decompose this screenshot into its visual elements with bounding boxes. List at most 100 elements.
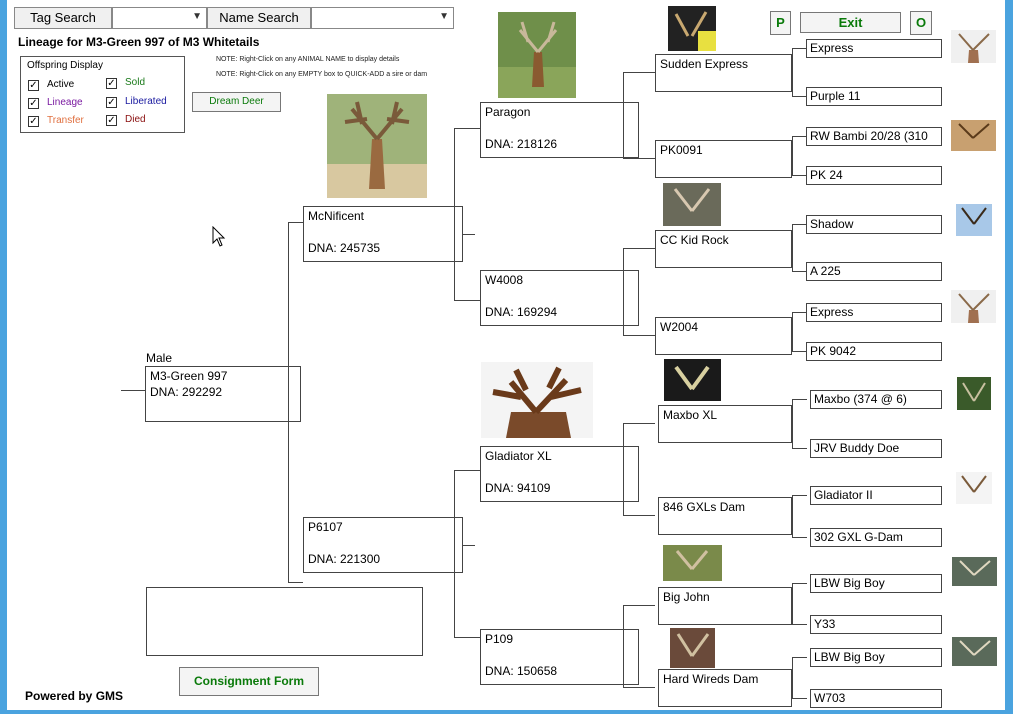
tree-connector — [288, 222, 303, 223]
animal-name[interactable]: CC Kid Rock — [660, 233, 729, 247]
animal-name[interactable]: Paragon — [485, 105, 530, 119]
tree-connector — [454, 300, 480, 301]
ancestor-box[interactable]: Shadow — [806, 215, 942, 234]
sire-dam-box[interactable]: Maxbo XL — [658, 405, 792, 443]
offspring-label: Sold — [125, 77, 146, 88]
offspring-checkbox[interactable]: ✓ — [106, 97, 117, 108]
tree-connector — [792, 624, 807, 625]
ancestor-box[interactable]: Express — [806, 39, 942, 58]
o-button[interactable]: O — [910, 11, 932, 35]
sire-dam-box[interactable]: W4008 DNA: 169294 — [480, 270, 639, 326]
animal-name[interactable]: Hard Wireds Dam — [663, 672, 758, 686]
animal-name[interactable]: 846 GXLs Dam — [663, 500, 745, 514]
animal-name[interactable]: P109 — [485, 632, 513, 646]
exit-button[interactable]: Exit — [800, 12, 901, 33]
consignment-form-button[interactable]: Consignment Form — [179, 667, 319, 696]
tree-connector — [792, 48, 793, 96]
offspring-checkbox[interactable]: ✓ — [106, 115, 117, 126]
offspring-checkbox[interactable]: ✓ — [28, 98, 39, 109]
sire-dam-box[interactable]: Hard Wireds Dam — [658, 669, 792, 707]
tree-connector — [623, 423, 624, 515]
offspring-checkbox[interactable]: ✓ — [106, 78, 117, 89]
tree-connector — [792, 657, 793, 698]
ancestor-box[interactable]: W703 — [810, 689, 942, 708]
subject-name[interactable]: M3-Green 997 — [150, 369, 227, 383]
dream-deer-button[interactable]: Dream Deer — [192, 92, 281, 112]
animal-dna: DNA: 218126 — [485, 137, 558, 151]
ancestor-box[interactable]: LBW Big Boy — [810, 648, 942, 667]
sire-dam-box[interactable]: P109 DNA: 150658 — [480, 629, 639, 685]
tree-connector — [288, 222, 289, 582]
animal-name[interactable]: Maxbo XL — [663, 408, 717, 422]
deer-photo — [663, 545, 722, 581]
tree-connector — [623, 248, 655, 249]
sire-dam-box[interactable]: P6107 DNA: 221300 — [303, 517, 463, 573]
offspring-checkbox[interactable]: ✓ — [28, 80, 39, 91]
tree-connector — [623, 515, 655, 516]
tree-connector — [792, 583, 807, 584]
deer-photo — [663, 183, 721, 226]
sire-dam-box[interactable]: McNificent DNA: 245735 — [303, 206, 463, 262]
tag-search-input[interactable]: ▼ — [112, 7, 207, 29]
sire-dam-box[interactable]: 846 GXLs Dam — [658, 497, 792, 535]
tree-connector — [623, 72, 624, 158]
animal-dna: DNA: 221300 — [308, 552, 381, 566]
sire-dam-box[interactable]: CC Kid Rock — [655, 230, 792, 268]
tree-connector — [792, 495, 793, 537]
name-search-label[interactable]: Name Search — [207, 7, 311, 29]
ancestor-box[interactable]: PK 9042 — [806, 342, 942, 361]
deer-photo — [956, 472, 992, 504]
deer-photo — [327, 94, 427, 198]
tree-connector — [792, 96, 807, 97]
ancestor-box[interactable]: PK 24 — [806, 166, 942, 185]
animal-name[interactable]: Big John — [663, 590, 710, 604]
ancestor-box[interactable]: A 225 — [806, 262, 942, 281]
sire-dam-box[interactable]: Gladiator XL DNA: 94109 — [480, 446, 639, 502]
tree-connector — [623, 605, 655, 606]
ancestor-box[interactable]: JRV Buddy Doe — [810, 439, 942, 458]
tree-connector — [792, 698, 807, 699]
animal-name[interactable]: PK0091 — [660, 143, 703, 157]
deer-photo — [668, 6, 716, 51]
ancestor-box[interactable]: LBW Big Boy — [810, 574, 942, 593]
sire-dam-box[interactable]: PK0091 — [655, 140, 792, 178]
deer-photo — [956, 204, 992, 236]
chevron-down-icon: ▼ — [192, 11, 202, 22]
deer-photo — [951, 120, 996, 151]
p-button[interactable]: P — [770, 11, 791, 35]
name-search-input[interactable]: ▼ — [311, 7, 454, 29]
notes-box[interactable] — [146, 587, 423, 656]
mouse-cursor-icon — [212, 226, 226, 247]
offspring-label: Lineage — [47, 97, 83, 108]
subject-box[interactable]: M3-Green 997 DNA: 292292 — [145, 366, 301, 422]
tree-connector — [454, 470, 480, 471]
tree-connector — [792, 224, 807, 225]
sire-dam-box[interactable]: W2004 — [655, 317, 792, 355]
tag-search-label[interactable]: Tag Search — [14, 7, 112, 29]
animal-name[interactable]: McNificent — [308, 209, 364, 223]
tree-connector — [288, 582, 303, 583]
ancestor-box[interactable]: 302 GXL G-Dam — [810, 528, 942, 547]
tree-connector — [792, 136, 793, 175]
animal-name[interactable]: W2004 — [660, 320, 698, 334]
sire-dam-box[interactable]: Big John — [658, 587, 792, 625]
tree-connector — [792, 351, 807, 352]
ancestor-box[interactable]: Purple 11 — [806, 87, 942, 106]
offspring-display-title: Offspring Display — [27, 60, 103, 71]
ancestor-box[interactable]: Y33 — [810, 615, 942, 634]
sire-dam-box[interactable]: Paragon DNA: 218126 — [480, 102, 639, 158]
offspring-checkbox[interactable]: ✓ — [28, 116, 39, 127]
ancestor-box[interactable]: Express — [806, 303, 942, 322]
ancestor-box[interactable]: RW Bambi 20/28 (310 — [806, 127, 942, 146]
animal-name[interactable]: Sudden Express — [660, 57, 748, 71]
tree-connector — [463, 545, 475, 546]
sire-dam-box[interactable]: Sudden Express — [655, 54, 792, 92]
animal-name[interactable]: Gladiator XL — [485, 449, 552, 463]
ancestor-box[interactable]: Maxbo (374 @ 6) — [810, 390, 942, 409]
page-title: Lineage for M3-Green 997 of M3 Whitetail… — [18, 35, 260, 49]
tree-connector — [792, 271, 807, 272]
animal-name[interactable]: P6107 — [308, 520, 343, 534]
ancestor-box[interactable]: Gladiator II — [810, 486, 942, 505]
chevron-down-icon: ▼ — [439, 11, 449, 22]
animal-name[interactable]: W4008 — [485, 273, 523, 287]
